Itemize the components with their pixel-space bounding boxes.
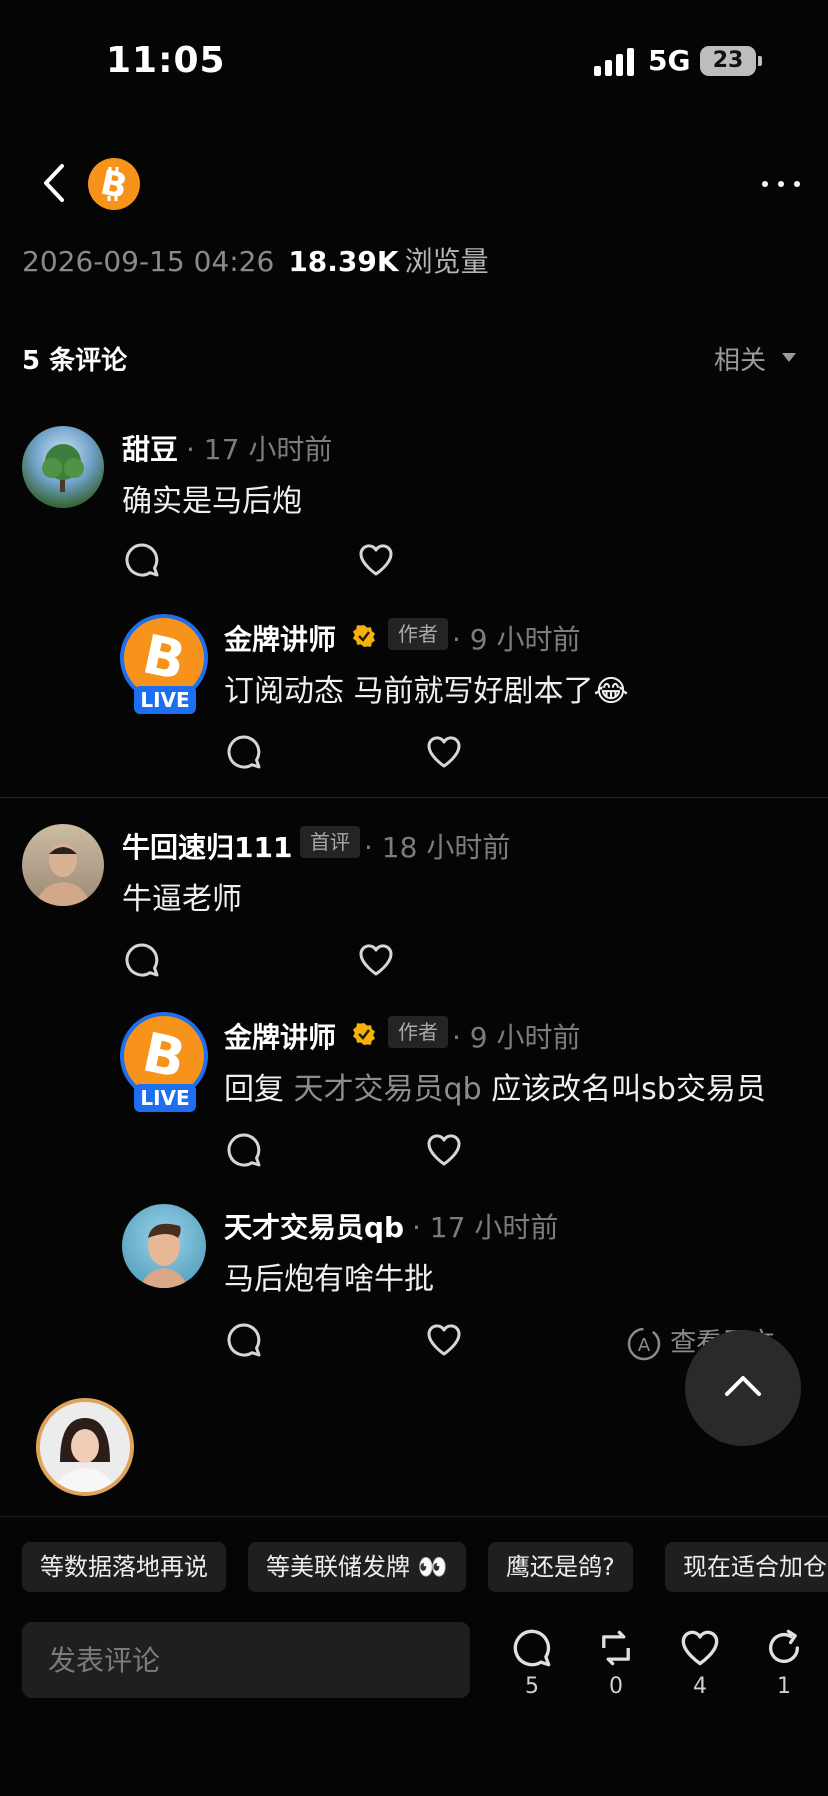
- comment-author[interactable]: 牛回速归111: [122, 826, 292, 866]
- quick-reply-chip[interactable]: 等数据落地再说: [22, 1542, 226, 1592]
- view-count: 18.39K: [288, 245, 399, 278]
- comments-stat[interactable]: 5: [502, 1628, 562, 1699]
- reply-time: · 9 小时前: [452, 1021, 581, 1054]
- battery-icon: 23: [700, 46, 762, 76]
- reply-body: 应该改名叫sb交易员: [491, 1072, 766, 1107]
- share-count: 1: [777, 1674, 791, 1699]
- sort-dropdown[interactable]: 相关: [714, 340, 766, 377]
- quick-reply-chip[interactable]: 鹰还是鸽?: [488, 1542, 633, 1592]
- reply-text: 回复 天才交易员qb 应该改名叫sb交易员: [224, 1064, 766, 1108]
- avatar[interactable]: [22, 426, 104, 508]
- first-comment-tag: 首评: [300, 826, 360, 858]
- quick-reply-chip[interactable]: 等美联储发牌 👀: [248, 1542, 466, 1592]
- repost-stat[interactable]: 0: [586, 1628, 646, 1699]
- svg-text:A: A: [638, 1335, 651, 1356]
- reply-time: · 9 小时前: [452, 623, 581, 656]
- reply-prefix: 回复: [224, 1072, 284, 1107]
- reply-author[interactable]: 天才交易员qb: [224, 1206, 404, 1246]
- signal-icon: [594, 48, 636, 76]
- bitcoin-icon[interactable]: B: [88, 158, 140, 210]
- live-badge[interactable]: LIVE: [134, 686, 196, 714]
- verified-icon: [353, 625, 375, 647]
- comment-input-box[interactable]: [22, 1622, 470, 1698]
- heart-icon[interactable]: [426, 1132, 462, 1168]
- heart-icon[interactable]: [358, 542, 394, 578]
- comment-icon: [513, 1629, 551, 1667]
- caret-down-icon[interactable]: [782, 353, 796, 362]
- post-meta: 2026-09-15 04:26 18.39K 浏览量: [22, 240, 489, 280]
- reply-text: 订阅动态 马前就写好剧本了😂: [224, 674, 629, 709]
- comment-icon[interactable]: [226, 1132, 262, 1168]
- share-icon: [769, 1629, 799, 1663]
- comment-time: · 17 小时前: [186, 433, 333, 466]
- back-icon: [44, 164, 64, 202]
- battery-level: 23: [712, 48, 744, 73]
- comment-author[interactable]: 甜豆: [122, 428, 178, 468]
- svg-text:B: B: [97, 163, 131, 208]
- comments-count: 5 条评论: [22, 346, 128, 376]
- svg-text:B: B: [137, 1020, 190, 1090]
- comment-time: · 18 小时前: [364, 831, 511, 864]
- post-date: 2026-09-15 04:26: [22, 245, 275, 278]
- mention-link[interactable]: 天才交易员qb: [294, 1072, 482, 1107]
- reply-author[interactable]: 金牌讲师: [224, 1016, 336, 1056]
- repost-count: 0: [609, 1674, 623, 1699]
- comment-text: 确实是马后炮: [122, 484, 302, 519]
- comment-text: 牛逼老师: [122, 882, 242, 917]
- avatar[interactable]: [22, 824, 104, 906]
- like-stat[interactable]: 4: [670, 1628, 730, 1699]
- author-tag: 作者: [388, 618, 448, 650]
- heart-icon: [681, 1630, 719, 1666]
- divider: [0, 797, 828, 798]
- svg-text:B: B: [137, 622, 190, 692]
- comment-icon[interactable]: [124, 542, 160, 578]
- quick-reply-chip[interactable]: 现在适合加仓: [665, 1542, 828, 1592]
- status-time: 11:05: [106, 40, 226, 81]
- repost-icon: [602, 1630, 630, 1666]
- network-type: 5G: [648, 44, 691, 77]
- view-count-label: 浏览量: [404, 245, 489, 278]
- share-stat[interactable]: 1: [754, 1628, 814, 1699]
- heart-icon[interactable]: [358, 942, 394, 978]
- verified-icon: [353, 1023, 375, 1045]
- back-button[interactable]: [36, 160, 72, 206]
- floating-avatar[interactable]: [36, 1398, 134, 1496]
- like-count: 4: [693, 1674, 707, 1699]
- reply-author[interactable]: 金牌讲师: [224, 618, 336, 658]
- more-button[interactable]: [756, 168, 806, 198]
- comment-icon[interactable]: [226, 734, 262, 770]
- heart-icon[interactable]: [426, 1322, 462, 1358]
- author-tag: 作者: [388, 1016, 448, 1048]
- divider: [0, 1516, 828, 1517]
- reply-text: 马后炮有啥牛批: [224, 1262, 434, 1297]
- scroll-top-button[interactable]: [685, 1330, 801, 1446]
- translate-icon: A: [627, 1327, 661, 1360]
- comments-count-value: 5: [525, 1674, 539, 1699]
- comment-icon[interactable]: [124, 942, 160, 978]
- avatar[interactable]: [122, 1204, 206, 1288]
- chevron-up-icon: [725, 1376, 761, 1396]
- more-icon: [762, 181, 768, 187]
- heart-icon[interactable]: [426, 734, 462, 770]
- comment-icon[interactable]: [226, 1322, 262, 1358]
- status-bar: 11:05 5G 23: [0, 0, 828, 120]
- comment-input[interactable]: [22, 1622, 470, 1698]
- live-badge[interactable]: LIVE: [134, 1084, 196, 1112]
- reply-time: · 17 小时前: [412, 1211, 559, 1244]
